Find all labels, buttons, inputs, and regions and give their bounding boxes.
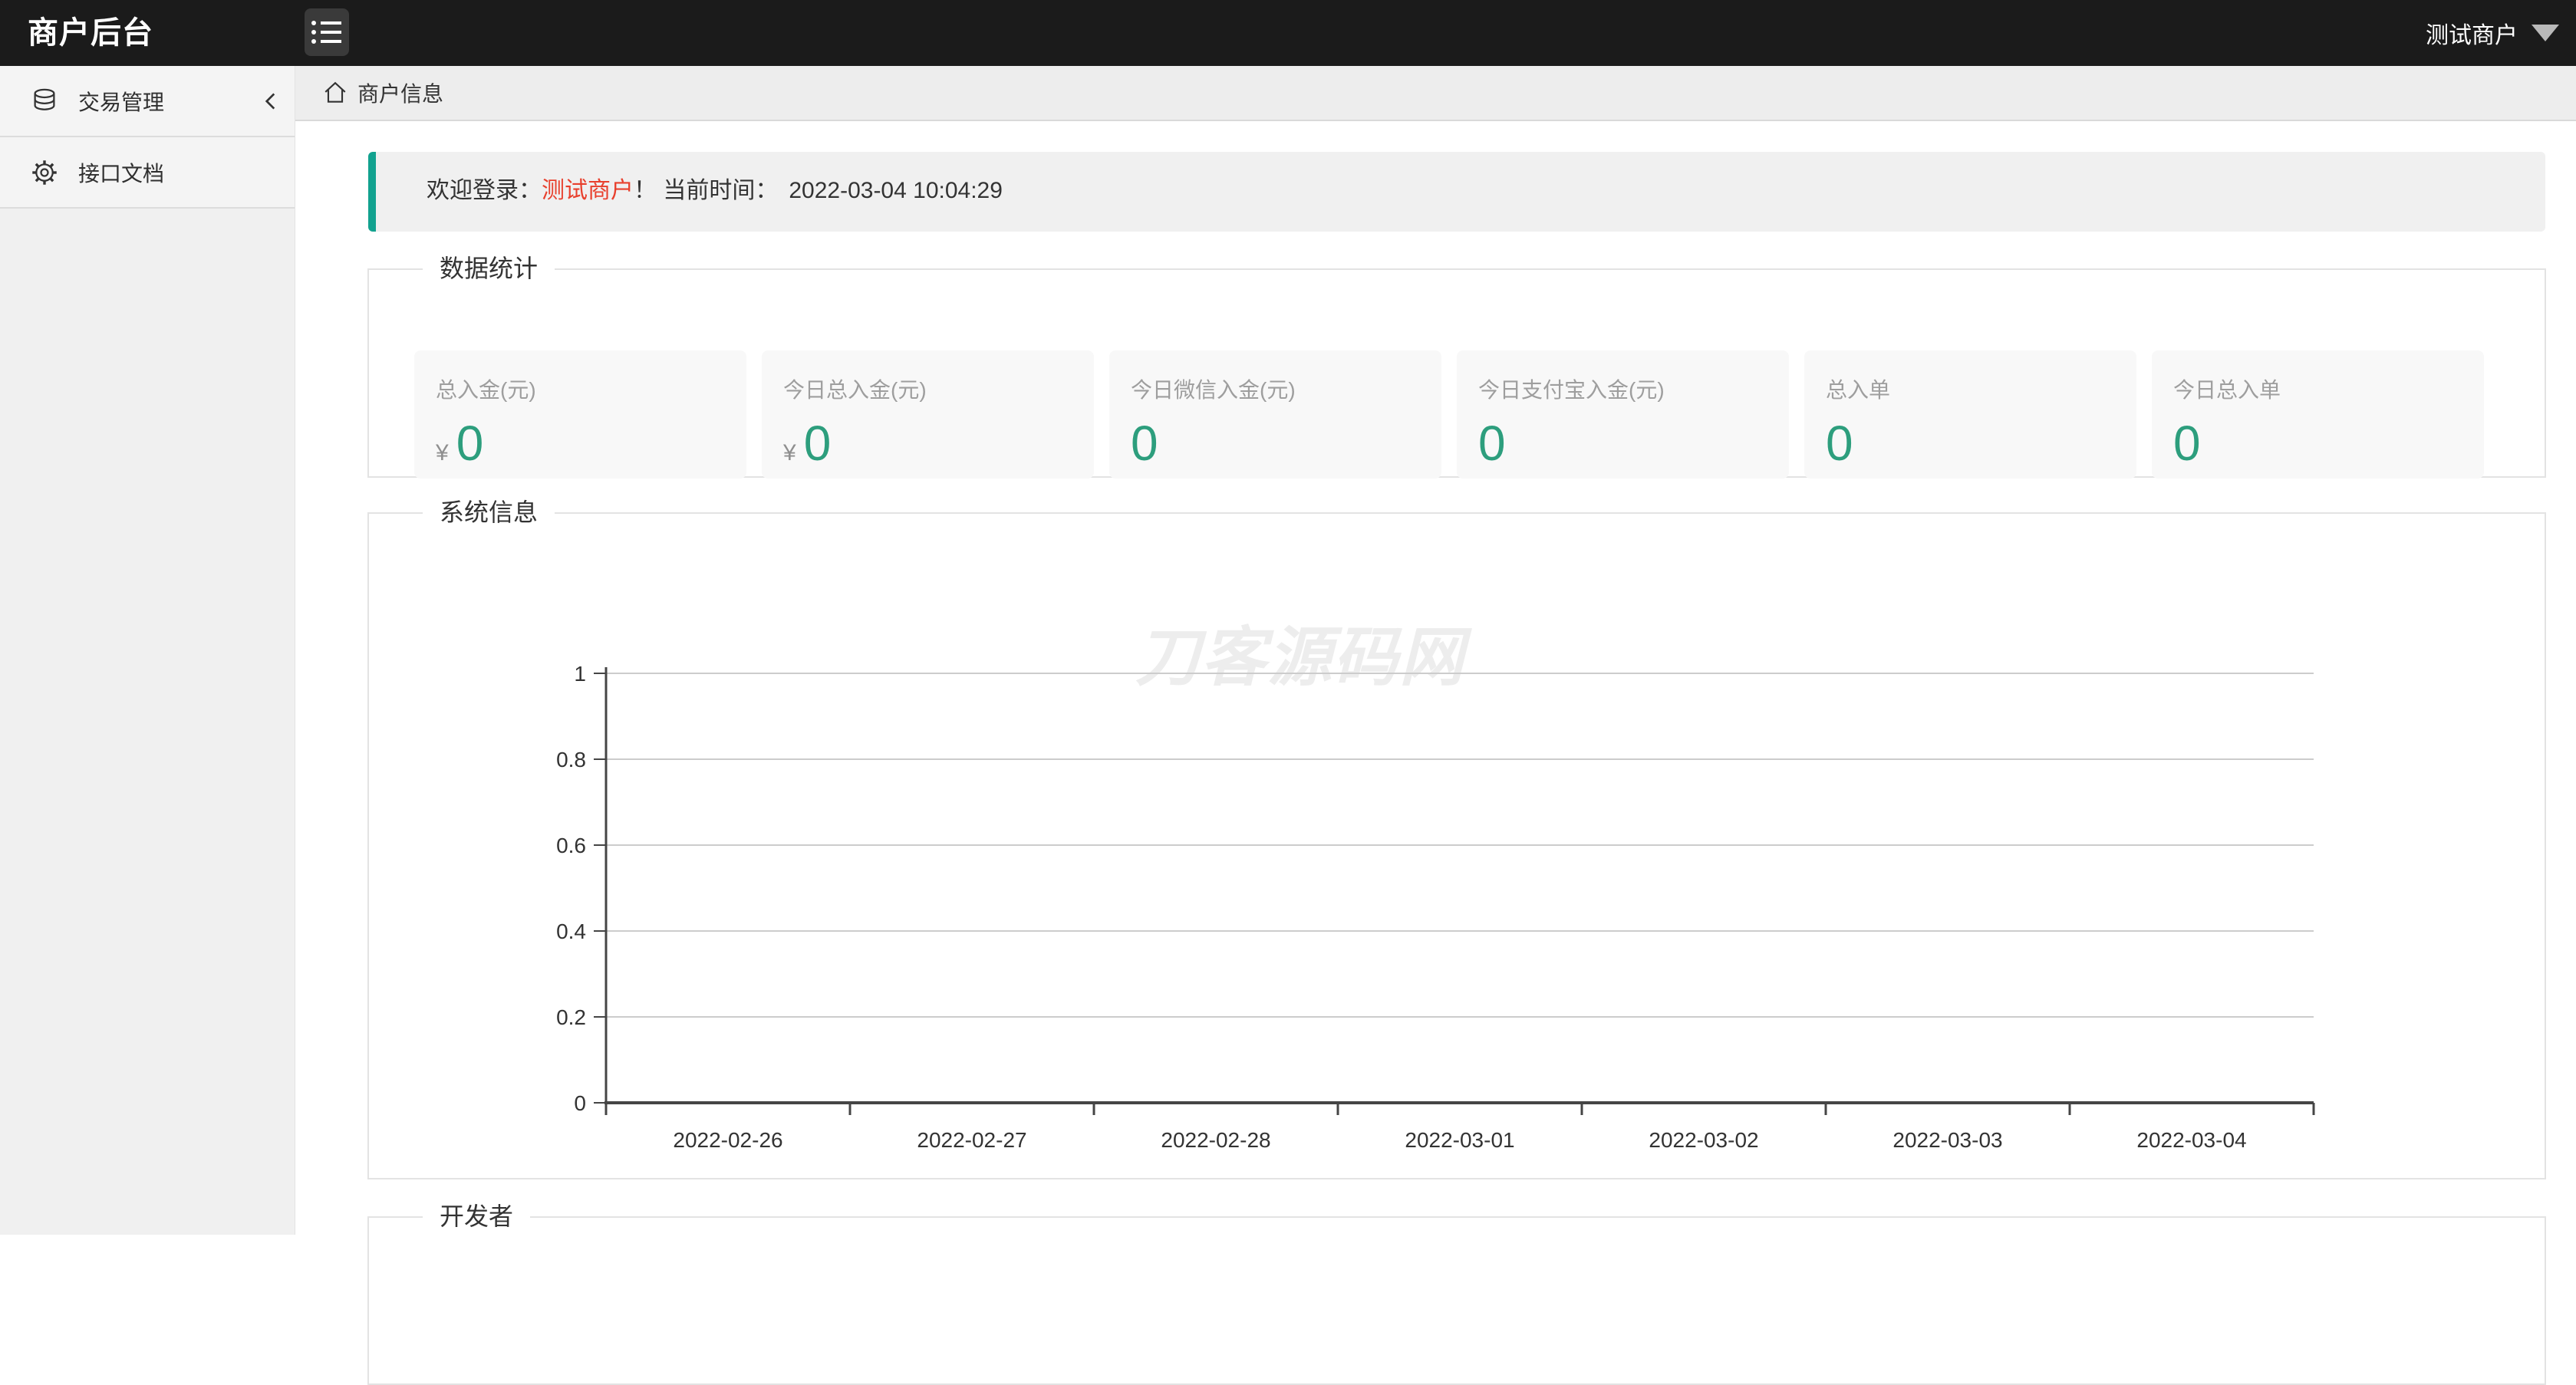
user-name: 测试商户 <box>2426 16 2518 50</box>
user-dropdown[interactable]: 测试商户 <box>2426 0 2559 66</box>
stat-card-value-row: 0 <box>2173 419 2201 468</box>
svg-text:0.2: 0.2 <box>556 1005 586 1029</box>
stat-card-value: 0 <box>1826 419 1853 468</box>
svg-text:0.6: 0.6 <box>556 834 586 857</box>
stat-card: 总入金(元) ¥0 <box>414 350 746 479</box>
developer-section: 开发者 <box>367 1201 2546 1385</box>
stat-card-value-row: 0 <box>1478 419 1506 468</box>
stat-card-value: 0 <box>1478 419 1506 468</box>
stat-card: 今日总入单 0 <box>2152 350 2484 479</box>
stat-card-label: 今日总入单 <box>2152 350 2484 404</box>
stat-card-value-row: 0 <box>1131 419 1158 468</box>
svg-text:2022-03-04: 2022-03-04 <box>2136 1128 2246 1152</box>
system-info-section: 系统信息 刀客源码网 00.20.40.60.812022-02-262022-… <box>367 497 2546 1179</box>
stat-card-value-row: ¥0 <box>783 419 831 468</box>
stat-card-label: 总入金(元) <box>414 350 746 404</box>
stat-card-value-row: 0 <box>1826 419 1853 468</box>
database-icon <box>31 87 58 115</box>
svg-text:0.4: 0.4 <box>556 919 586 943</box>
stat-card-value: 0 <box>2173 419 2201 468</box>
stats-section: 数据统计 总入金(元)¥0今日总入金(元)¥0今日微信入金(元)0今日支付宝入金… <box>367 253 2546 478</box>
home-icon <box>322 80 348 106</box>
sidebar-item-trade-manage[interactable]: 交易管理 <box>0 66 295 137</box>
svg-text:2022-03-02: 2022-03-02 <box>1649 1128 1758 1152</box>
stat-card-label: 总入单 <box>1804 350 2136 404</box>
app-title: 商户后台 <box>28 0 153 66</box>
svg-text:0.8: 0.8 <box>556 748 586 771</box>
system-chart: 0 0.2 0.4 0.6 0.8 1 2022-02-26 2022-02-27 2022-0… <box>460 629 2378 1166</box>
stats-section-title: 数据统计 <box>423 253 555 285</box>
sidebar-toggle-button[interactable] <box>305 8 349 56</box>
stat-card-label: 今日微信入金(元) <box>1109 350 1441 404</box>
stat-cards-row: 总入金(元)¥0今日总入金(元)¥0今日微信入金(元)0今日支付宝入金(元)0总… <box>414 350 2484 479</box>
svg-text:0: 0 <box>574 1091 586 1115</box>
merchant-name: 测试商户 <box>542 178 634 203</box>
sidebar: 交易管理接口文档 <box>0 66 295 1235</box>
svg-text:2022-02-27: 2022-02-27 <box>917 1128 1026 1152</box>
breadcrumb[interactable]: 商户信息 <box>295 66 2576 121</box>
stat-card: 总入单 0 <box>1804 350 2136 479</box>
welcome-banner: 欢迎登录：测试商户！ 当前时间： 2022-03-04 10:04:29 <box>368 152 2545 232</box>
stat-card-value: 0 <box>1131 419 1158 468</box>
breadcrumb-label: 商户信息 <box>357 77 443 108</box>
svg-text:2022-03-01: 2022-03-01 <box>1405 1128 1514 1152</box>
welcome-suffix: ！ 当前时间： <box>634 178 778 203</box>
sidebar-item-label: 交易管理 <box>78 86 164 117</box>
svg-text:2022-02-26: 2022-02-26 <box>673 1128 782 1152</box>
stat-card-value: 0 <box>804 419 832 468</box>
stat-card: 今日支付宝入金(元) 0 <box>1457 350 1789 479</box>
caret-down-icon <box>2532 25 2559 41</box>
stat-card-label: 今日支付宝入金(元) <box>1457 350 1789 404</box>
stat-card: 今日微信入金(元) 0 <box>1109 350 1441 479</box>
sidebar-item-api-docs[interactable]: 接口文档 <box>0 137 295 209</box>
stat-card-currency: ¥ <box>783 440 796 466</box>
svg-text:1: 1 <box>574 662 586 686</box>
svg-text:2022-02-28: 2022-02-28 <box>1161 1128 1270 1152</box>
svg-text:2022-03-03: 2022-03-03 <box>1892 1128 2002 1152</box>
list-icon <box>311 18 343 46</box>
system-section-title: 系统信息 <box>423 497 555 529</box>
sidebar-item-label: 接口文档 <box>78 157 164 188</box>
developer-section-title: 开发者 <box>423 1201 530 1233</box>
chevron-left-icon <box>258 88 284 114</box>
stat-card-currency: ¥ <box>436 440 449 466</box>
gear-icon <box>31 159 58 186</box>
current-time: 2022-03-04 10:04:29 <box>789 178 1003 203</box>
stat-card: 今日总入金(元) ¥0 <box>762 350 1094 479</box>
top-header: 商户后台 测试商户 <box>0 0 2576 66</box>
stat-card-value-row: ¥0 <box>436 419 483 468</box>
stat-card-value: 0 <box>456 419 484 468</box>
welcome-prefix: 欢迎登录： <box>427 178 542 203</box>
stat-card-label: 今日总入金(元) <box>762 350 1094 404</box>
